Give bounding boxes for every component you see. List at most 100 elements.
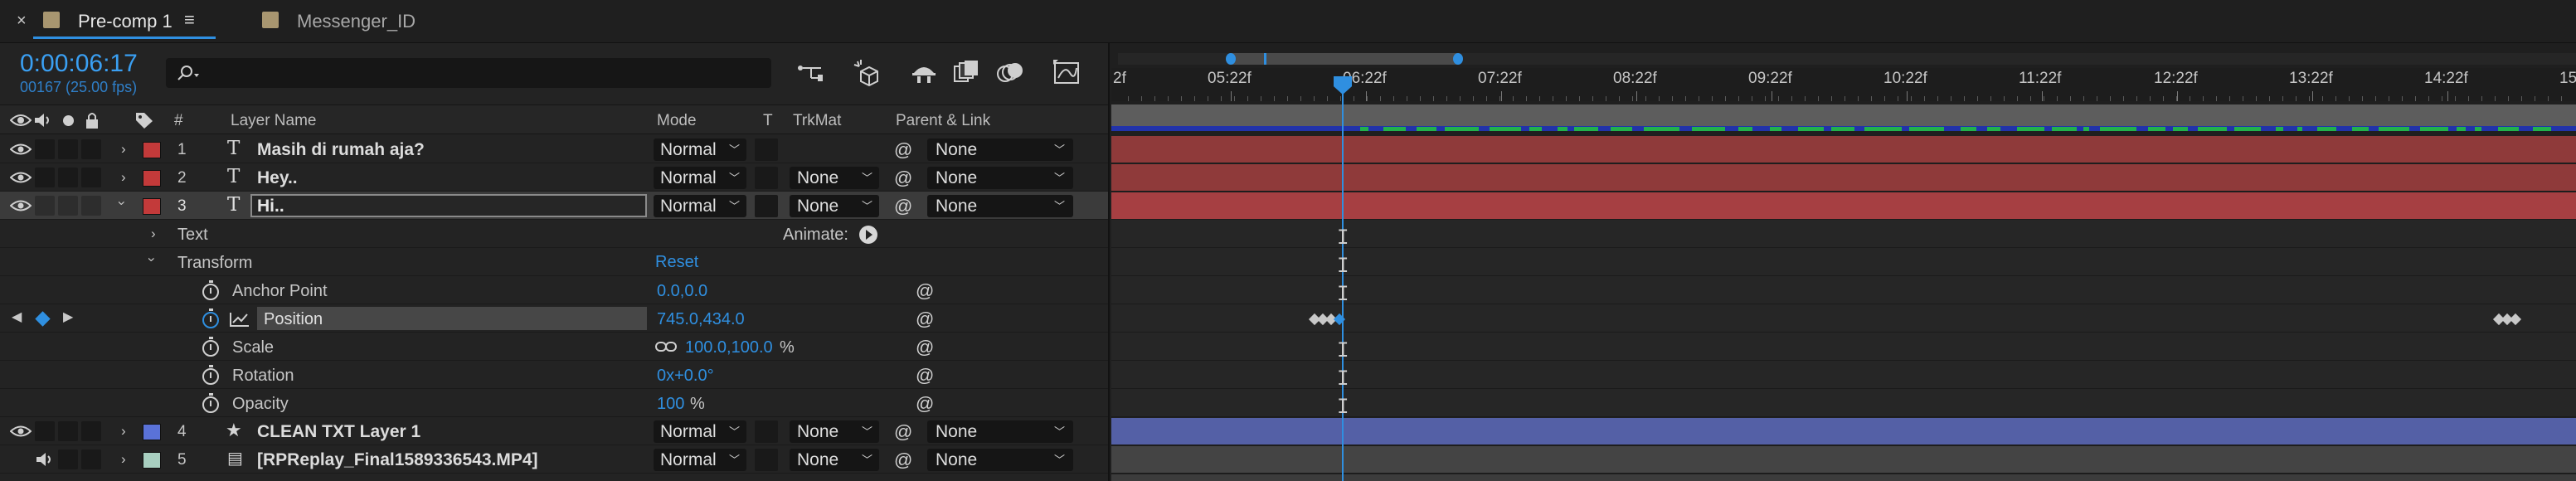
layer-row-4[interactable]: › 4 ★ CLEAN TXT Layer 1 Normal ﹀ None ﹀ @ … [0,417,1108,445]
label-tag-icon[interactable] [134,111,154,129]
stopwatch-icon[interactable] [202,393,219,413]
shy-layers-icon[interactable] [909,60,939,85]
expand-chevron-icon[interactable]: › [121,169,126,186]
pick-whip-icon[interactable]: @ [916,337,934,358]
expand-chevron-icon[interactable]: › [151,226,156,242]
keyframe-indicator-icon[interactable] [35,311,51,327]
time-ruler[interactable] [1111,68,2576,101]
label-color-swatch[interactable] [143,170,161,187]
layer-bar-5[interactable] [1111,446,2576,474]
pick-whip-icon[interactable]: @ [894,168,912,189]
label-color-swatch[interactable] [143,198,161,215]
search-input[interactable] [166,58,771,88]
layer-row-1[interactable]: › 1 T Masih di rumah aja? Normal ﹀ @ None… [0,135,1108,163]
property-row-rotation[interactable]: Rotation 0x+0.0° @ [0,361,1108,389]
transform-group-row[interactable]: › Transform Reset [0,248,1108,276]
mode-dropdown[interactable]: Normal ﹀ [654,195,746,217]
layer-name-edit-box[interactable] [250,194,647,217]
property-row-opacity[interactable]: Opacity 100 % @ [0,389,1108,417]
preserve-transparency-toggle[interactable] [755,138,778,161]
lock-toggle[interactable] [81,139,101,159]
solo-toggle[interactable] [58,168,78,187]
parent-dropdown[interactable]: None ﹀ [927,167,1073,189]
text-group-row[interactable]: › Text Animate: [0,220,1108,248]
comp-flowchart-icon[interactable] [796,61,826,86]
lock-toggle[interactable] [81,168,101,187]
layer-bar-4[interactable] [1111,418,2576,445]
property-row-anchor-point[interactable]: Anchor Point 0.0,0.0 @ [0,276,1108,304]
layer-row-2[interactable]: › 2 T Hey.. Normal ﹀ None ﹀ @ None ﹀ [0,163,1108,192]
layer-bar-1[interactable] [1111,136,2576,163]
current-timecode[interactable]: 0:00:06:17 [20,51,138,76]
pick-whip-icon[interactable]: @ [894,196,912,217]
layer-name[interactable]: Hi.. [257,197,284,215]
pick-whip-icon[interactable]: @ [916,365,934,386]
frame-blending-icon[interactable] [952,60,980,85]
property-value[interactable]: 100.0,100.0 [685,339,773,356]
tab-messenger-id[interactable]: Messenger_ID [297,12,416,31]
lock-icon[interactable] [85,111,100,129]
property-row-position[interactable]: ◀ ▶ Position 745.0,434.0 @ [0,304,1108,333]
solo-toggle[interactable] [58,449,78,469]
visibility-eye-icon[interactable] [10,143,32,156]
column-layer-name[interactable]: Layer Name [231,113,317,129]
pick-whip-icon[interactable]: @ [916,393,934,415]
lock-toggle[interactable] [81,421,101,441]
preserve-transparency-toggle[interactable] [755,449,778,471]
label-color-swatch[interactable] [143,424,161,440]
mode-dropdown[interactable]: Normal ﹀ [654,138,746,161]
graph-editor-icon[interactable] [1052,58,1081,86]
pick-whip-icon[interactable]: @ [916,280,934,302]
trkmat-dropdown[interactable]: None ﹀ [790,167,879,189]
animate-label[interactable]: Animate: [783,226,848,243]
solo-dot-icon[interactable] [63,115,74,126]
animate-play-icon[interactable] [859,226,877,244]
mode-dropdown[interactable]: Normal ﹀ [654,420,746,443]
stopwatch-active-icon[interactable] [202,309,219,328]
prev-keyframe-icon[interactable]: ◀ [12,311,22,324]
label-color-swatch[interactable] [143,142,161,158]
tab-menu-icon[interactable]: ≡ [184,11,195,29]
trkmat-dropdown[interactable]: None ﹀ [790,195,879,217]
expand-chevron-icon[interactable]: › [121,451,126,468]
layer-name[interactable]: Hey.. [257,169,298,187]
audio-toggle[interactable] [35,421,55,441]
audio-speaker-icon[interactable] [33,112,53,129]
lock-toggle[interactable] [81,196,101,216]
solo-toggle[interactable] [58,139,78,159]
visibility-eye-icon[interactable] [10,171,32,184]
lock-toggle[interactable] [81,449,101,469]
collapse-chevron-icon[interactable]: › [143,257,160,262]
video-eye-icon[interactable] [10,113,32,128]
trkmat-dropdown[interactable]: None ﹀ [790,449,879,471]
label-color-swatch[interactable] [143,452,161,469]
parent-dropdown[interactable]: None ﹀ [927,195,1073,217]
navigator-end-handle[interactable] [1453,53,1463,65]
draft-3d-icon[interactable] [851,58,881,86]
audio-speaker-icon[interactable] [35,452,55,467]
audio-toggle[interactable] [35,168,55,187]
property-value[interactable]: 0.0,0.0 [657,283,707,299]
property-row-scale[interactable]: Scale 100.0,100.0 % @ [0,333,1108,361]
preserve-transparency-toggle[interactable] [755,420,778,443]
pick-whip-icon[interactable]: @ [916,309,934,330]
stopwatch-icon[interactable] [202,337,219,357]
stopwatch-icon[interactable] [202,365,219,385]
constrain-proportions-link-icon[interactable] [655,341,677,352]
motion-blur-icon[interactable] [995,60,1025,85]
layer-bar-2[interactable] [1111,164,2576,192]
visibility-eye-icon[interactable] [10,199,32,212]
layer-row-3[interactable]: › 3 T Hi.. Normal ﹀ None ﹀ @ None ﹀ [0,192,1108,220]
expand-chevron-icon[interactable]: › [121,423,126,440]
property-value[interactable]: 0x+0.0° [657,367,714,384]
tab-pre-comp-1[interactable]: Pre-comp 1 [78,12,173,31]
preserve-transparency-toggle[interactable] [755,195,778,217]
pick-whip-icon[interactable]: @ [894,421,912,443]
audio-toggle[interactable] [35,196,55,216]
close-tab-icon[interactable]: × [17,12,27,29]
parent-dropdown[interactable]: None ﹀ [927,449,1073,471]
navigator-start-handle[interactable] [1226,53,1236,65]
graph-icon[interactable] [229,311,250,328]
mode-dropdown[interactable]: Normal ﹀ [654,449,746,471]
layer-name[interactable]: Masih di rumah aja? [257,141,425,158]
